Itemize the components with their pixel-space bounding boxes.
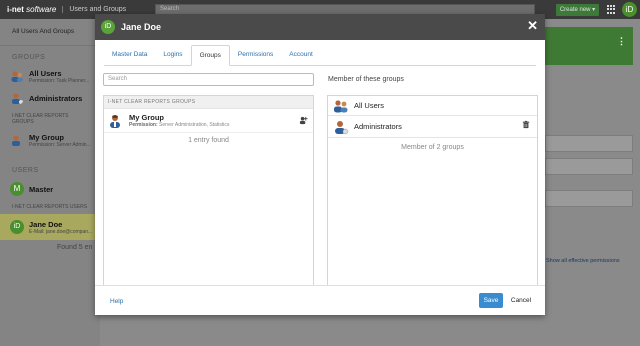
dialog-header: iD Jane Doe ✕ — [95, 14, 545, 40]
group-name: Administrators — [29, 93, 83, 103]
users-group-icon — [334, 99, 348, 112]
list-item-selected[interactable]: iD Jane Doe E-Mail: jane.doe@compan... — [0, 214, 100, 240]
brand-logo[interactable]: i-net software — [7, 5, 56, 14]
user-email: E-Mail: jane.doe@compan... — [29, 228, 93, 235]
background-header: All Users And Groups — [0, 19, 100, 46]
tab-account[interactable]: Account — [281, 45, 321, 66]
users-heading: USERS — [12, 167, 39, 174]
tab-bar: Master Data Logins Groups Permissions Ac… — [104, 45, 536, 66]
list-section-heading: I-NET CLEAR REPORTS GROUPS — [104, 96, 313, 109]
list-item[interactable]: Administrators — [328, 116, 537, 138]
background-panel — [545, 190, 633, 207]
group-name: All Users — [354, 101, 385, 110]
save-button[interactable]: Save — [479, 293, 503, 308]
tab-groups[interactable]: Groups — [190, 45, 230, 66]
more-options-icon[interactable]: ⋮ — [617, 36, 626, 47]
user-dialog: iD Jane Doe ✕ Master Data Logins Groups … — [95, 14, 545, 315]
member-groups-title: Member of these groups — [328, 76, 404, 83]
dialog-title: Jane Doe — [121, 22, 162, 32]
group-name: My Group — [129, 113, 164, 122]
found-count: Found 5 en — [57, 244, 93, 251]
group-name: All Users — [29, 68, 62, 78]
user-initial-avatar: M — [10, 182, 24, 196]
help-link[interactable]: Help — [110, 298, 123, 305]
list-item[interactable]: Administrators — [0, 87, 100, 109]
group-sub: Permission: Task Planner... — [29, 77, 90, 84]
group-icon — [110, 114, 120, 128]
tab-master-data[interactable]: Master Data — [104, 45, 155, 66]
user-avatar: iD — [10, 220, 24, 234]
group-name: Administrators — [354, 122, 402, 131]
list-item[interactable]: All Users — [328, 96, 537, 116]
available-groups-list: I-NET CLEAR REPORTS GROUPS My Group Perm… — [103, 95, 314, 286]
list-item[interactable]: M Master — [0, 178, 100, 200]
background-user-list: All Users And Groups GROUPS All Users Per… — [0, 19, 100, 346]
create-new-button[interactable]: Create new ▾ — [556, 4, 599, 16]
list-item[interactable]: My Group Permission: Server Administrati… — [104, 109, 313, 133]
close-icon[interactable]: ✕ — [527, 19, 538, 33]
background-detail — [545, 19, 640, 346]
user-avatar: iD — [101, 20, 115, 34]
user-avatar[interactable]: iD — [622, 2, 637, 17]
clear-reports-users-heading: I-NET CLEAR REPORTS USERS — [12, 204, 88, 210]
groups-heading: GROUPS — [12, 54, 46, 61]
user-name: Master — [29, 184, 54, 194]
show-effective-permissions-link[interactable]: Show all effective permissions — [546, 258, 620, 264]
list-item[interactable]: My Group Permission: Server Admin... — [0, 129, 100, 151]
users-group-icon — [11, 71, 23, 82]
member-groups-list: All Users Administrators Member of 2 gro… — [327, 95, 538, 286]
admin-group-icon — [335, 120, 349, 134]
dialog-footer: Help Save Cancel — [95, 285, 545, 315]
apps-grid-icon[interactable] — [607, 5, 616, 14]
add-to-group-icon[interactable] — [299, 116, 308, 125]
cancel-button[interactable]: Cancel — [507, 293, 535, 308]
tab-logins[interactable]: Logins — [155, 45, 190, 66]
member-count: Member of 2 groups — [401, 144, 464, 151]
group-search-input[interactable]: Search — [103, 73, 314, 86]
background-panel — [545, 135, 633, 152]
admin-group-icon — [12, 93, 23, 104]
clear-reports-groups-heading: I-NET CLEAR REPORTS GROUPS — [12, 113, 69, 125]
group-sub: Permission: Server Admin... — [29, 141, 91, 148]
tab-permissions[interactable]: Permissions — [230, 45, 281, 66]
background-panel — [545, 158, 633, 175]
available-count: 1 entry found — [188, 137, 229, 144]
list-item[interactable]: All Users Permission: Task Planner... — [0, 65, 100, 87]
user-name: Jane Doe — [29, 219, 63, 229]
group-name: My Group — [29, 132, 64, 142]
app-title: Users and Groups — [62, 6, 126, 13]
group-icon — [12, 135, 20, 146]
group-permission: Permission: Server Administration, Stati… — [129, 122, 230, 128]
trash-icon[interactable] — [522, 120, 530, 129]
